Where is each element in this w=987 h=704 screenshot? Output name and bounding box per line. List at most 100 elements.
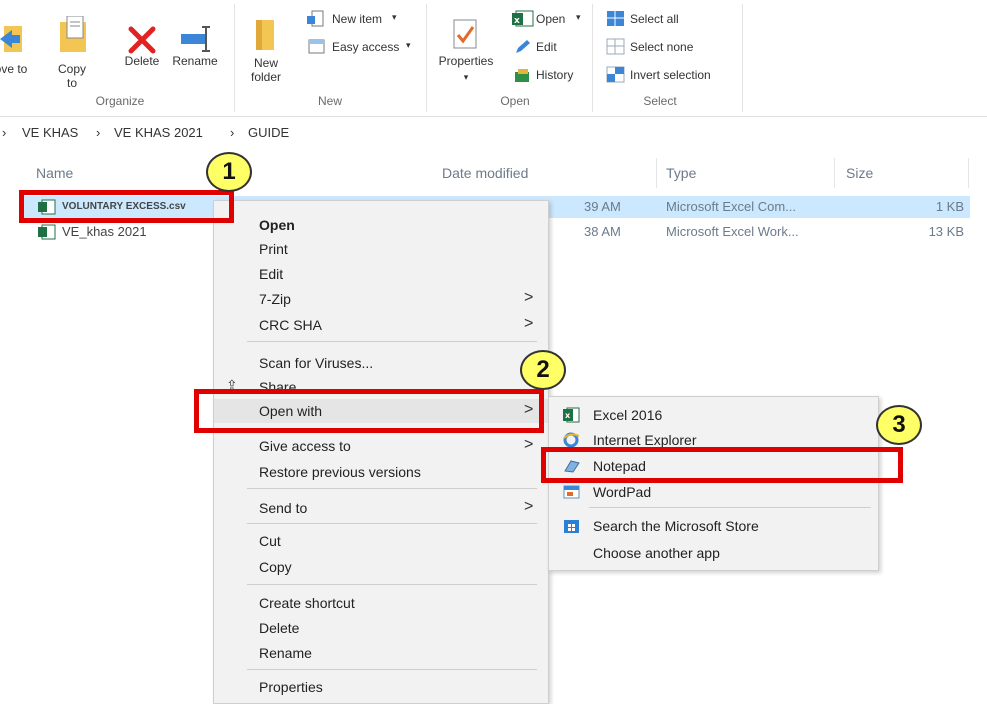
open-ribbon-label: Open [536,12,566,26]
copy-to-button[interactable]: Copy to [52,14,92,94]
organize-group-label: Organize [95,94,145,108]
menu-item-label: Restore previous versions [259,464,421,480]
chevron-right-icon: > [524,498,534,515]
column-header-date[interactable]: Date modified [442,165,528,181]
edit-ribbon-button[interactable]: Edit [512,38,572,58]
edit-ribbon-label: Edit [536,40,557,54]
menu-separator [589,507,871,508]
easy-access-button[interactable]: Easy access ▾ [306,38,422,58]
menu-item-label: Edit [259,266,284,282]
menu-item-restore-versions[interactable]: Restore previous versions [214,460,548,484]
invert-selection-icon [606,66,625,83]
menu-item-delete[interactable]: Delete [214,616,548,640]
context-menu: Open Print Edit 7-Zip > CRC SHA > Scan for… [213,200,549,704]
move-to-icon [0,26,22,52]
menu-item-rename[interactable]: Rename [214,641,548,665]
submenu-item-microsoft-store[interactable]: Search the Microsoft Store [549,514,878,538]
new-item-icon [307,10,324,27]
file-date: 38 AM [584,224,621,239]
column-divider[interactable] [968,158,969,188]
menu-item-label: Properties [259,679,323,695]
column-header-size[interactable]: Size [846,165,873,181]
menu-item-copy[interactable]: Copy [214,555,548,579]
delete-button[interactable]: Delete [120,14,164,94]
edit-icon [516,40,530,53]
properties-icon [453,19,477,49]
column-divider[interactable] [656,158,657,188]
history-button[interactable]: History [512,66,584,86]
open-with-submenu: x Excel 2016 Internet Explorer Notepad W… [548,396,879,571]
breadcrumb: › VE KHAS › VE KHAS 2021 › GUIDE [0,118,987,146]
easy-access-icon [308,39,325,54]
select-all-icon [607,11,624,26]
invert-selection-button[interactable]: Invert selection [606,66,732,86]
delete-label: Delete [124,54,160,68]
annotation-box-file [19,190,234,223]
submenu-item-label: Internet Explorer [593,432,697,448]
breadcrumb-separator: › [2,125,7,140]
ribbon-separator [592,4,593,112]
menu-item-print[interactable]: Print [214,237,548,261]
menu-item-label: Delete [259,620,300,636]
column-divider[interactable] [834,158,835,188]
menu-item-edit[interactable]: Edit [214,262,548,286]
menu-item-label: Print [259,241,288,257]
excel-icon: x [563,407,580,423]
file-type: Microsoft Excel Com... [666,199,797,214]
properties-button[interactable]: Properties ▾ [434,14,498,94]
select-all-label: Select all [630,12,679,26]
rename-button[interactable]: Rename [170,14,220,94]
column-header-type[interactable]: Type [666,165,696,181]
submenu-item-label: WordPad [593,484,652,500]
chevron-right-icon: > [524,315,534,332]
excel-icon: x [512,10,534,27]
menu-item-scan-viruses[interactable]: Scan for Viruses... [214,351,548,375]
ribbon-separator [426,4,427,112]
menu-item-send-to[interactable]: Send to > [214,496,548,520]
menu-separator [247,584,537,585]
menu-item-create-shortcut[interactable]: Create shortcut [214,591,548,615]
svg-text:x: x [514,16,520,26]
select-none-label: Select none [630,40,694,54]
breadcrumb-item-ve-khas[interactable]: VE KHAS [22,125,78,140]
open-ribbon-button[interactable]: x Open ▾ [512,10,592,30]
menu-item-label: Rename [259,645,312,661]
move-to-button[interactable]: Move to [0,14,30,94]
menu-separator [247,341,537,342]
ribbon: Move to Copy to Delete Rename Organize [0,0,987,117]
easy-access-label: Easy access [332,40,400,54]
breadcrumb-separator: › [96,125,101,140]
chevron-down-icon: ▾ [392,12,397,22]
chevron-down-icon: ▾ [576,12,581,22]
annotation-box-open-with [194,389,544,433]
menu-item-label: Scan for Viruses... [259,355,374,371]
submenu-item-wordpad[interactable]: WordPad [549,480,878,504]
new-item-button[interactable]: New item ▾ [306,10,418,30]
chevron-right-icon: > [524,289,534,306]
menu-item-share[interactable]: ⇪ Share [214,375,548,389]
select-all-button[interactable]: Select all [606,10,706,30]
column-header-name[interactable]: Name [36,165,73,181]
menu-item-give-access[interactable]: Give access to > [214,434,548,458]
share-icon: ⇪ [226,377,238,389]
file-size: 1 KB [935,199,964,214]
menu-item-open[interactable]: Open [214,213,548,237]
breadcrumb-item-ve-khas-2021[interactable]: VE KHAS 2021 [114,125,203,140]
submenu-item-choose-another-app[interactable]: Choose another app [549,541,878,565]
menu-item-crc-sha[interactable]: CRC SHA > [214,313,548,337]
invert-selection-label: Invert selection [630,68,711,82]
submenu-item-excel[interactable]: x Excel 2016 [549,403,878,427]
wordpad-icon [563,485,580,499]
submenu-item-label: Excel 2016 [593,407,663,423]
menu-item-label: Cut [259,533,281,549]
select-none-icon [606,38,625,55]
menu-item-cut[interactable]: Cut [214,529,548,553]
menu-item-label: Copy [259,559,292,575]
menu-item-properties[interactable]: Properties [214,675,548,699]
select-none-button[interactable]: Select none [606,38,716,58]
menu-item-label: Create shortcut [259,595,355,611]
breadcrumb-item-guide[interactable]: GUIDE [248,125,289,140]
internet-explorer-icon [563,432,580,448]
new-folder-button[interactable]: New folder [244,14,288,94]
menu-item-7zip[interactable]: 7-Zip > [214,287,548,311]
